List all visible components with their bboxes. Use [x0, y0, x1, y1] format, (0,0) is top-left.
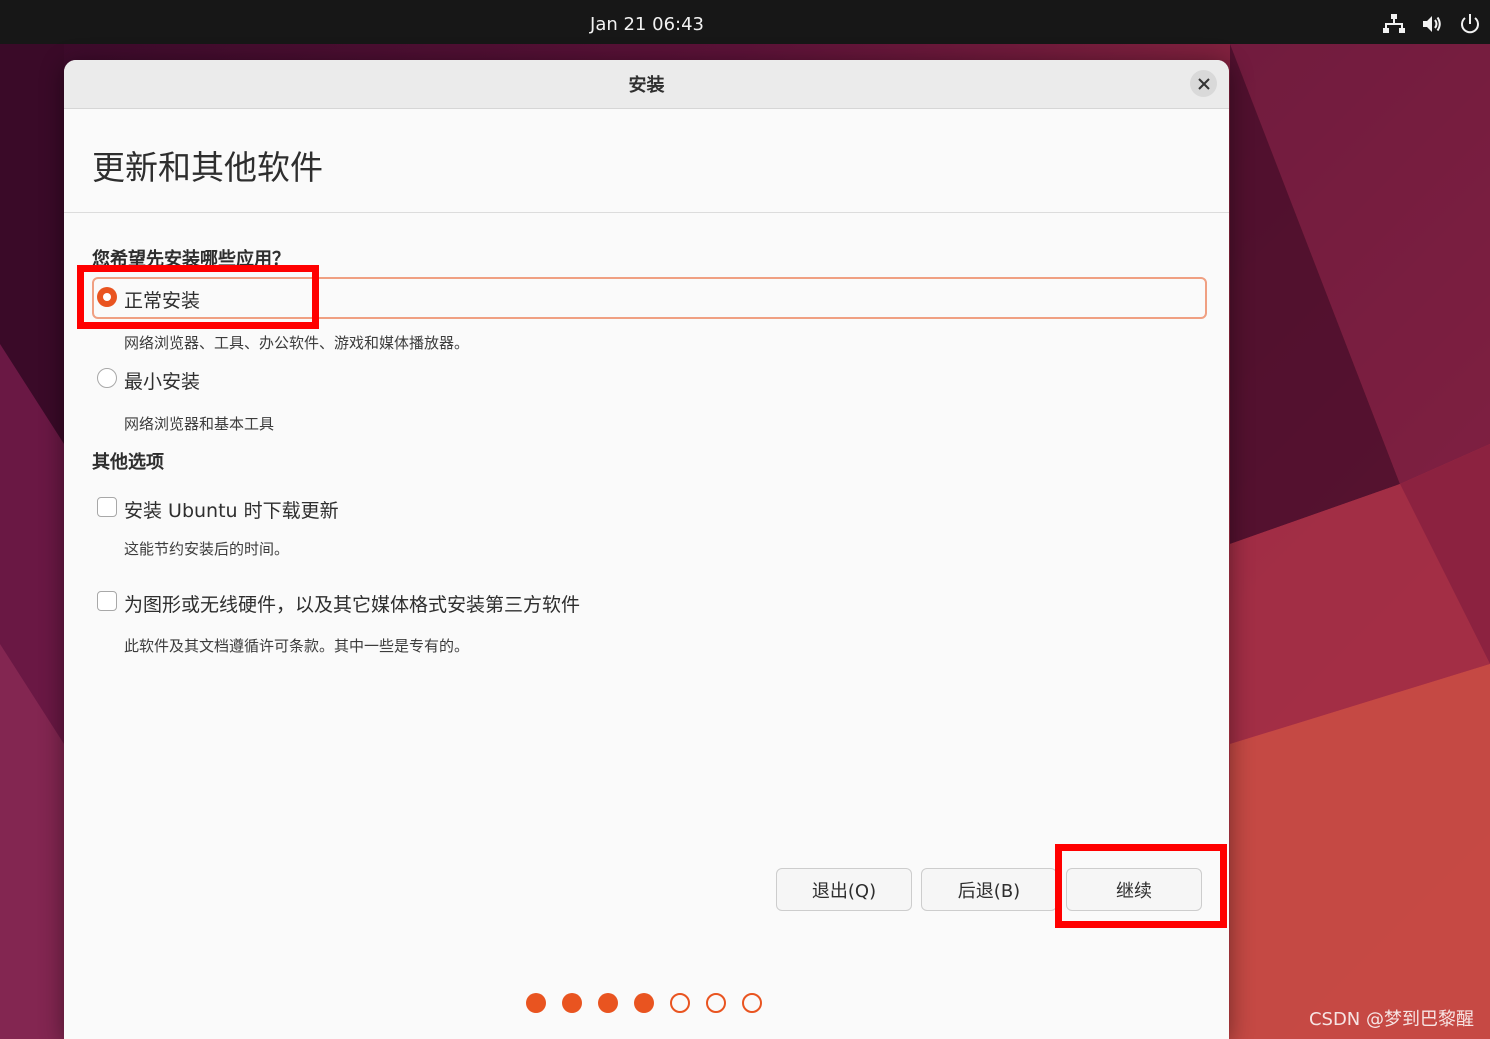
watermark: CSDN @梦到巴黎醒	[1308, 1009, 1474, 1030]
third-party-software-label[interactable]: 为图形或无线硬件，以及其它媒体格式安装第三方软件	[124, 590, 580, 617]
progress-dot	[670, 993, 690, 1013]
minimal-install-description: 网络浏览器和基本工具	[124, 415, 275, 433]
progress-dot	[562, 993, 582, 1013]
power-icon[interactable]	[1458, 12, 1482, 36]
annotation-box-continue	[1055, 844, 1227, 928]
normal-install-description: 网络浏览器、工具、办公软件、游戏和媒体播放器。	[124, 334, 470, 352]
clock[interactable]: Jan 21 06:43	[0, 0, 1294, 44]
progress-dot	[706, 993, 726, 1013]
progress-dot	[742, 993, 762, 1013]
window-titlebar[interactable]: 安装	[64, 60, 1229, 109]
close-icon	[1197, 77, 1210, 90]
minimal-install-radio[interactable]	[97, 368, 117, 388]
volume-icon[interactable]	[1420, 12, 1444, 36]
download-updates-description: 这能节约安装后的时间。	[124, 540, 290, 558]
back-button[interactable]: 后退(B)	[921, 868, 1057, 911]
minimal-install-label[interactable]: 最小安装	[124, 367, 200, 394]
quit-button[interactable]: 退出(Q)	[776, 868, 912, 911]
page-header: 更新和其他软件	[64, 109, 1229, 213]
progress-dot	[526, 993, 546, 1013]
system-tray[interactable]	[1382, 12, 1482, 36]
close-button[interactable]	[1190, 70, 1217, 97]
third-party-software-checkbox[interactable]	[97, 591, 117, 611]
progress-dot	[598, 993, 618, 1013]
progress-dots	[526, 993, 762, 1013]
top-bar: Jan 21 06:43	[0, 0, 1490, 44]
page-title: 更新和其他软件	[92, 148, 323, 187]
progress-dot	[634, 993, 654, 1013]
window-title: 安装	[628, 75, 665, 96]
other-options-title: 其他选项	[92, 452, 164, 473]
annotation-box-normal-install	[77, 265, 319, 329]
network-icon[interactable]	[1382, 12, 1406, 36]
download-updates-checkbox[interactable]	[97, 497, 117, 517]
third-party-software-description: 此软件及其文档遵循许可条款。其中一些是专有的。	[124, 637, 470, 655]
download-updates-label[interactable]: 安装 Ubuntu 时下载更新	[124, 496, 339, 523]
